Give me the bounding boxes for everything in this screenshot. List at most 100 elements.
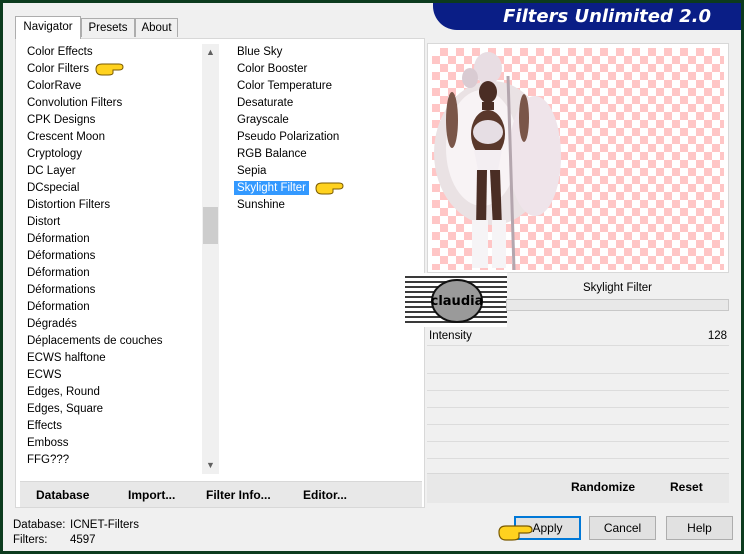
filter-item[interactable]: Color Booster <box>233 61 423 78</box>
category-item[interactable]: CPK Designs <box>24 112 202 129</box>
filter-item[interactable]: Blue Sky <box>233 44 423 61</box>
intensity-row[interactable]: Intensity 128 <box>427 329 729 346</box>
preview-canvas <box>432 48 724 270</box>
category-item[interactable]: Distort <box>24 214 202 231</box>
filter-item[interactable]: Sepia <box>233 163 423 180</box>
category-label: Edges, Round <box>27 386 100 398</box>
category-label: ECWS halftone <box>27 352 106 364</box>
category-item[interactable]: ECWS halftone <box>24 350 202 367</box>
filter-label: Color Booster <box>237 63 308 75</box>
category-label: Edges, Square <box>27 403 104 415</box>
parameter-button-row: Randomize Reset <box>427 473 729 503</box>
category-item[interactable]: Convolution Filters <box>24 95 202 112</box>
category-item[interactable]: ColorRave <box>24 78 202 95</box>
filters-unlimited-window: Filters Unlimited 2.0 Navigator Presets … <box>3 3 741 551</box>
category-label: FFG??? <box>27 454 70 466</box>
preview-panel <box>427 43 729 273</box>
empty-control-row <box>427 425 729 442</box>
category-item[interactable]: Distortion Filters <box>24 197 202 214</box>
category-label: Déformation <box>27 267 90 279</box>
empty-control-row <box>427 374 729 391</box>
filter-item[interactable]: Desaturate <box>233 95 423 112</box>
category-label: Convolution Filters <box>27 97 123 109</box>
category-item[interactable]: DC Layer <box>24 163 202 180</box>
category-item[interactable]: Color Effects <box>24 44 202 61</box>
category-label: CPK Designs <box>27 114 96 126</box>
import-button[interactable]: Import... <box>128 488 175 502</box>
intensity-value: 128 <box>707 330 727 342</box>
parameter-panel: Intensity 128 <box>427 329 729 479</box>
cancel-button[interactable]: Cancel <box>589 516 656 540</box>
category-list[interactable]: Color Effects Color Filters ColorRave Convo… <box>24 44 202 474</box>
category-item[interactable]: FFG??? <box>24 452 202 469</box>
category-label: Déformations <box>27 250 96 262</box>
filter-item[interactable]: Pseudo Polarization <box>233 129 423 146</box>
randomize-button[interactable]: Randomize <box>571 480 635 494</box>
current-filter-name: Skylight Filter <box>582 282 653 294</box>
category-item[interactable]: Color Filters <box>24 61 202 78</box>
category-label: Emboss <box>27 437 69 449</box>
filter-item[interactable]: Color Temperature <box>233 78 423 95</box>
filter-label: Grayscale <box>237 114 289 126</box>
category-item[interactable]: Déformation <box>24 265 202 282</box>
scrollbar-thumb[interactable] <box>203 207 218 244</box>
filter-label: Blue Sky <box>237 46 283 58</box>
logo-text: claudia <box>431 294 484 309</box>
filters-count-value: 4597 <box>70 534 96 546</box>
category-label: Crescent Moon <box>27 131 105 143</box>
database-value: ICNET-Filters <box>70 519 139 531</box>
filter-label: Desaturate <box>237 97 294 109</box>
category-label: ECWS <box>27 369 62 381</box>
empty-control-row <box>427 442 729 459</box>
filter-label: Sunshine <box>237 199 285 211</box>
category-item[interactable]: ECWS <box>24 367 202 384</box>
category-label: Déformation <box>27 301 90 313</box>
pointing-hand-icon <box>498 525 533 541</box>
category-item[interactable]: Cryptology <box>24 146 202 163</box>
list-button-row: Database Import... Filter Info... Editor… <box>20 481 422 507</box>
category-label: Cryptology <box>27 148 82 160</box>
category-item[interactable]: Emboss <box>24 435 202 452</box>
category-item[interactable]: Déplacements de couches <box>24 333 202 350</box>
filter-item[interactable]: Grayscale <box>233 112 423 129</box>
filter-item[interactable]: Skylight Filter <box>233 180 423 197</box>
filter-item[interactable]: Sunshine <box>233 197 423 214</box>
filter-info-button[interactable]: Filter Info... <box>206 488 271 502</box>
status-info: Database: ICNET-Filters Filters: 4597 <box>13 518 139 548</box>
category-item[interactable]: DCspecial <box>24 180 202 197</box>
category-label: Distort <box>27 216 61 228</box>
database-button[interactable]: Database <box>36 488 89 502</box>
category-scrollbar[interactable]: ▲ ▼ <box>202 44 219 474</box>
category-item[interactable]: Dégradés <box>24 316 202 333</box>
category-item[interactable]: Effects <box>24 418 202 435</box>
category-label: Déplacements de couches <box>27 335 163 347</box>
empty-control-row <box>427 391 729 408</box>
reset-button[interactable]: Reset <box>670 480 703 494</box>
category-label: Effects <box>27 420 62 432</box>
category-item[interactable]: Déformations <box>24 248 202 265</box>
editor-button[interactable]: Editor... <box>303 488 347 502</box>
filter-list[interactable]: Blue Sky Color Booster Color Temperature De… <box>233 44 423 474</box>
filter-label: Pseudo Polarization <box>237 131 340 143</box>
category-item[interactable]: Crescent Moon <box>24 129 202 146</box>
filter-name-bar <box>506 299 729 311</box>
filter-label: Color Temperature <box>237 80 333 92</box>
scroll-up-icon[interactable]: ▲ <box>202 44 219 61</box>
scroll-down-icon[interactable]: ▼ <box>202 457 219 474</box>
filter-label: Skylight Filter <box>234 181 310 195</box>
navigator-panel: Color Effects Color Filters ColorRave Convo… <box>15 38 425 508</box>
filter-item[interactable]: RGB Balance <box>233 146 423 163</box>
category-item[interactable]: Edges, Square <box>24 401 202 418</box>
category-label: Color Filters <box>27 63 89 75</box>
category-label: DC Layer <box>27 165 76 177</box>
category-item[interactable]: Edges, Round <box>24 384 202 401</box>
tab-presets[interactable]: Presets <box>81 18 135 37</box>
category-item[interactable]: Déformations <box>24 282 202 299</box>
pointing-hand-icon <box>315 182 344 195</box>
tab-about[interactable]: About <box>135 18 178 37</box>
category-item[interactable]: Déformation <box>24 299 202 316</box>
category-item[interactable]: Déformation <box>24 231 202 248</box>
help-button[interactable]: Help <box>666 516 733 540</box>
category-label: Distortion Filters <box>27 199 111 211</box>
tab-navigator[interactable]: Navigator <box>15 16 81 39</box>
